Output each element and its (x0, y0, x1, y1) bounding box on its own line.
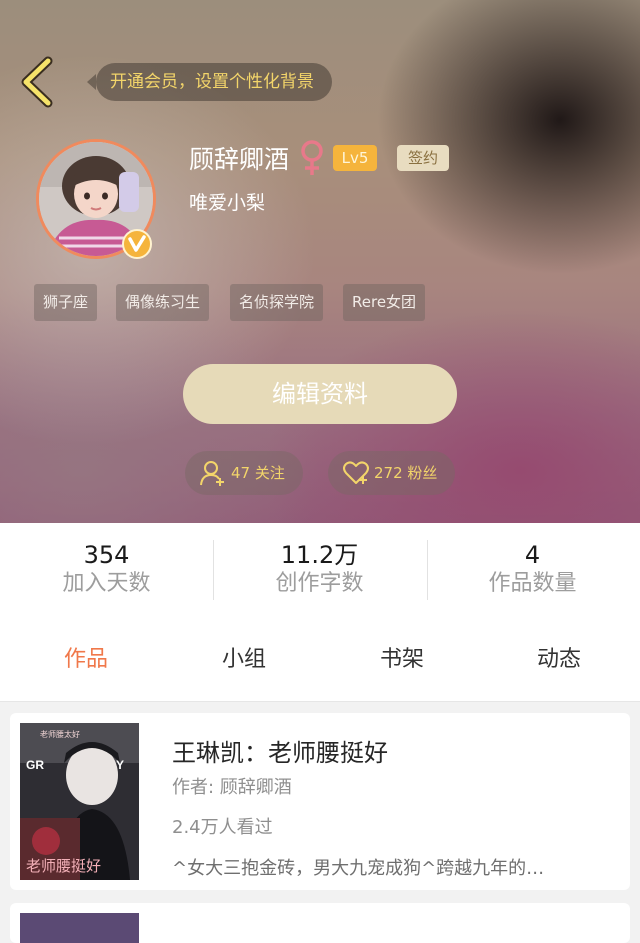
stat-value: 4 (524, 541, 541, 569)
tag-chip[interactable]: 偶像练习生 (116, 284, 210, 321)
cover-title-text: 老师腰挺好 (26, 857, 101, 875)
book-card-partial[interactable] (10, 903, 630, 943)
profile-tabs: 作品 小组 书架 动态 (0, 623, 640, 702)
cover-top-text: 老师腰太好 (40, 729, 80, 739)
stat-value: 354 (83, 541, 130, 569)
book-card[interactable]: 老师腰太好 GR Y 老师腰挺好 王琳凯：老师腰挺好 作者: 顾辞卿酒 2.4万… (10, 713, 630, 890)
cover-right-text: Y (116, 758, 124, 772)
divider (427, 540, 428, 600)
stat-label: 加入天数 (62, 571, 151, 596)
user-signature: 唯爱小梨 (189, 192, 266, 214)
book-cover: 老师腰太好 GR Y 老师腰挺好 (20, 723, 139, 880)
stat-word-count: 11.2万 创作字数 (213, 523, 426, 598)
fans-count: 272 粉丝 (374, 464, 438, 482)
following-count: 47 关注 (231, 464, 285, 482)
tab-bookshelf[interactable]: 书架 (380, 641, 424, 673)
tag-chip[interactable]: Rere女团 (343, 284, 426, 321)
following-button[interactable]: 47 关注 (185, 451, 303, 495)
book-description: ^女大三抱金砖，男大九宠成狗^跨越九年的… (172, 858, 545, 879)
user-add-icon (200, 461, 224, 486)
tag-chip[interactable]: 名侦探学院 (230, 284, 324, 321)
heart-add-icon (343, 461, 369, 484)
tab-activity[interactable]: 动态 (537, 641, 581, 673)
edit-profile-button[interactable]: 编辑资料 (183, 364, 457, 424)
username: 顾辞卿酒 (189, 145, 290, 174)
vip-background-banner[interactable]: 开通会员，设置个性化背景 (87, 63, 332, 101)
book-author: 作者: 顾辞卿酒 (172, 777, 292, 798)
verified-v-icon (121, 228, 153, 260)
cover-left-text: GR (26, 758, 44, 772)
book-cover (20, 913, 139, 943)
back-button[interactable] (18, 56, 58, 108)
tag-chip[interactable]: 狮子座 (34, 284, 98, 321)
stat-join-days: 354 加入天数 (0, 523, 213, 598)
chevron-left-icon (21, 56, 53, 108)
book-views: 2.4万人看过 (172, 817, 273, 838)
divider (213, 540, 214, 600)
signed-badge: 签约 (397, 145, 449, 171)
tab-works[interactable]: 作品 (64, 641, 108, 673)
tab-groups[interactable]: 小组 (222, 641, 266, 673)
stat-label: 作品数量 (488, 571, 577, 596)
stat-works-count: 4 作品数量 (426, 523, 639, 598)
stat-label: 创作字数 (275, 571, 364, 596)
level-badge: Lv5 (333, 145, 377, 171)
stats-bar: 354 加入天数 11.2万 创作字数 4 作品数量 (0, 523, 640, 623)
stat-value: 11.2万 (280, 541, 359, 569)
profile-header: 开通会员，设置个性化背景 顾辞卿酒 Lv5 签约 唯爱小梨 狮子座 偶像练习生 … (0, 0, 640, 523)
book-title: 王琳凯：老师腰挺好 (172, 739, 388, 767)
fans-button[interactable]: 272 粉丝 (328, 451, 455, 495)
female-icon (298, 139, 326, 177)
